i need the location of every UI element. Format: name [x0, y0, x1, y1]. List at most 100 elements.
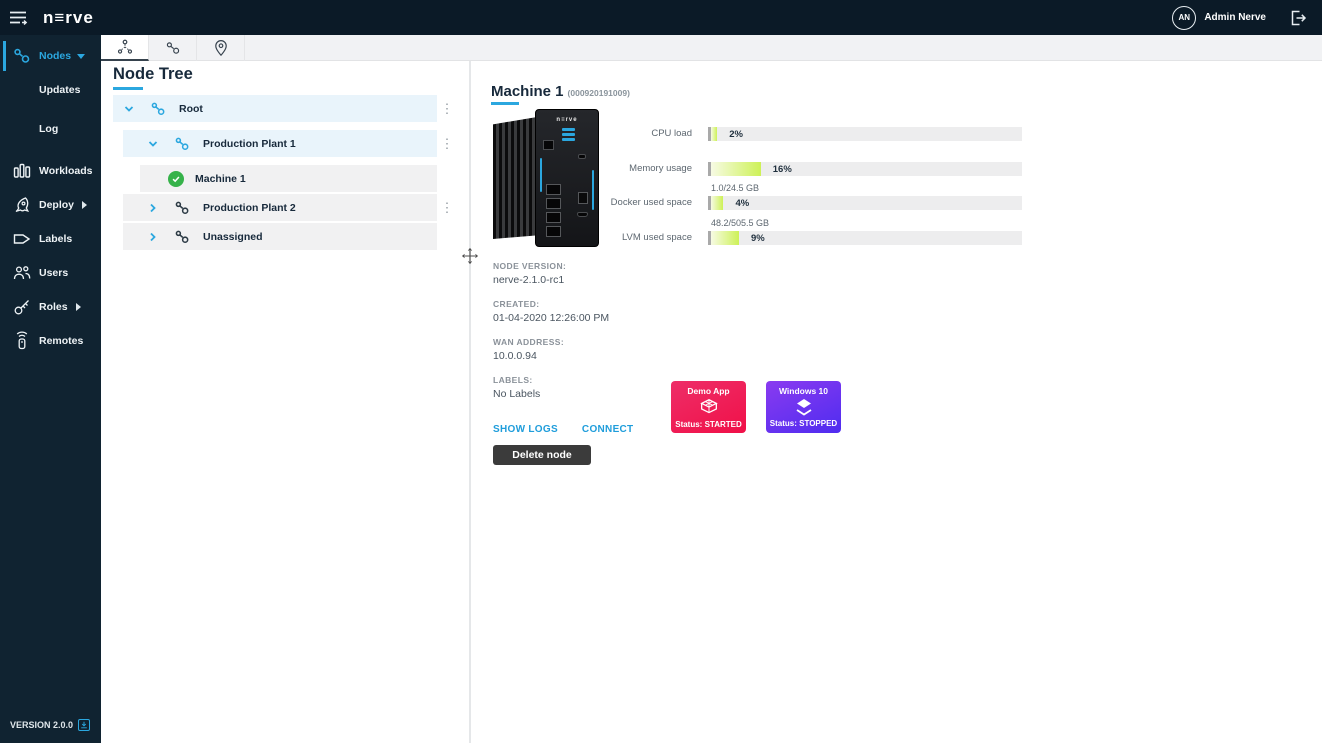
sidebar-item-label: Nodes [39, 50, 71, 62]
workloads-icon [12, 161, 32, 181]
gauge-label: Docker used space [471, 196, 700, 210]
sidebar-item-workloads[interactable]: Workloads [0, 158, 101, 184]
node-icon [173, 135, 191, 153]
gauge-fill [711, 231, 739, 245]
tree-node-label: Unassigned [203, 231, 263, 243]
node-details: NODE VERSION: nerve-2.1.0-rc1 CREATED: 0… [493, 261, 673, 413]
nerve-management-app: n≡rve AN Admin Nerve Nodes Updates [0, 0, 1322, 743]
sidebar: Nodes Updates Log Workloads Deploy [0, 35, 101, 743]
sidebar-item-nodes[interactable]: Nodes [0, 43, 101, 69]
active-indicator [3, 41, 6, 71]
sidebar-item-label: Log [39, 123, 58, 135]
node-details-panel: Machine 1(000920191009) n≡rve [471, 61, 1322, 743]
tree-node-root[interactable]: Root [113, 95, 437, 122]
sidebar-item-label: Users [39, 267, 68, 279]
workload-status: Status: STARTED [671, 420, 746, 429]
gauge-label: LVM used space [471, 231, 700, 245]
gauge-fill [711, 162, 761, 176]
avatar[interactable]: AN [1172, 6, 1196, 30]
gauge-label: Memory usage [471, 162, 700, 176]
remotes-icon [12, 331, 32, 351]
sidebar-item-label: Updates [39, 84, 80, 96]
tree-node-label: Machine 1 [195, 173, 246, 185]
tree-node-unassigned[interactable]: Unassigned [123, 223, 437, 250]
detail-wan-address: WAN ADDRESS: 10.0.0.94 [493, 337, 673, 362]
view-tabs [101, 35, 1322, 61]
node-icon [173, 199, 191, 217]
tab-node-list[interactable] [149, 35, 197, 61]
gauge-value: 16% [773, 164, 792, 175]
gauge-value: 4% [735, 198, 749, 209]
tree-row-root: Root ⋮ [113, 95, 457, 122]
title-underline [113, 87, 143, 90]
tree-node-production-plant-1[interactable]: Production Plant 1 [123, 130, 437, 157]
show-logs-link[interactable]: SHOW LOGS [493, 424, 558, 435]
top-bar: n≡rve AN Admin Nerve [0, 0, 1322, 35]
chevron-down-icon [77, 54, 85, 59]
node-map-icon [212, 39, 230, 57]
user-name: Admin Nerve [1204, 12, 1266, 23]
kebab-menu-icon[interactable]: ⋮ [437, 194, 457, 221]
workload-status: Status: STOPPED [766, 419, 841, 428]
online-check-icon [168, 171, 184, 187]
sidebar-item-label: Deploy [39, 199, 74, 211]
menu-toggle-icon[interactable] [9, 10, 29, 26]
node-tree: Root ⋮ Production Plant 1 ⋮ [113, 95, 457, 250]
tree-node-label: Production Plant 1 [203, 138, 296, 150]
sidebar-item-users[interactable]: Users [0, 260, 101, 286]
sidebar-item-label: Labels [39, 233, 72, 245]
tree-row-machine-1: Machine 1 ⋮ [113, 165, 457, 192]
detail-labels: LABELS: No Labels [493, 375, 673, 400]
machine-title: Machine 1(000920191009) [491, 83, 630, 100]
gauge-subtext: 48.2/505.5 GB [711, 218, 769, 229]
chevron-right-icon [82, 201, 87, 209]
workload-card-demo-app[interactable]: Demo App Status: STARTED [671, 381, 746, 433]
kebab-menu-icon[interactable]: ⋮ [437, 130, 457, 157]
gauge-value: 2% [729, 129, 743, 140]
tab-node-map[interactable] [197, 35, 245, 61]
node-actions: SHOW LOGS CONNECT [493, 424, 633, 435]
tree-row-unassigned: Unassigned ⋮ [113, 223, 457, 250]
tree-node-label: Root [179, 103, 203, 115]
chevron-down-icon[interactable] [123, 103, 135, 115]
sidebar-item-updates[interactable]: Updates [0, 77, 101, 103]
detail-node-version: NODE VERSION: nerve-2.1.0-rc1 [493, 261, 673, 286]
connect-link[interactable]: CONNECT [582, 424, 634, 435]
sidebar-item-labels[interactable]: Labels [0, 226, 101, 252]
kebab-menu-icon[interactable]: ⋮ [437, 95, 457, 122]
tab-node-tree[interactable] [101, 35, 149, 61]
tree-row-production-plant-1: Production Plant 1 ⋮ [113, 130, 457, 157]
users-icon [12, 263, 32, 283]
logout-icon[interactable] [1288, 8, 1308, 28]
tree-node-production-plant-2[interactable]: Production Plant 2 [123, 194, 437, 221]
cpu-load-gauge: 2% [708, 127, 1022, 141]
chevron-down-icon[interactable] [147, 138, 159, 150]
gauge-fill [711, 127, 717, 141]
tree-row-production-plant-2: Production Plant 2 ⋮ [113, 194, 457, 221]
memory-usage-gauge: 16% [708, 162, 1022, 176]
workload-card-windows-10[interactable]: Windows 10 Status: STOPPED [766, 381, 841, 433]
chevron-right-icon [76, 303, 81, 311]
delete-node-button[interactable]: Delete node [493, 445, 591, 465]
tree-node-machine-1[interactable]: Machine 1 [140, 165, 437, 192]
chevron-right-icon[interactable] [147, 202, 159, 214]
gauge-subtext: 1.0/24.5 GB [711, 183, 759, 194]
panel-title: Node Tree [113, 65, 193, 84]
sidebar-item-deploy[interactable]: Deploy [0, 192, 101, 218]
move-handle-icon[interactable] [461, 247, 479, 265]
sidebar-item-log[interactable]: Log [0, 116, 101, 142]
docker-workload-icon [671, 396, 746, 420]
sidebar-item-label: Workloads [39, 165, 92, 177]
chevron-right-icon[interactable] [147, 231, 159, 243]
node-tree-panel: Node Tree Root ⋮ [101, 61, 469, 743]
nerve-logo: n≡rve [43, 8, 94, 28]
download-icon[interactable] [78, 719, 90, 731]
roles-key-icon [12, 297, 32, 317]
sidebar-item-label: Remotes [39, 335, 83, 347]
node-icon [149, 100, 167, 118]
version-label: VERSION 2.0.0 [10, 719, 90, 731]
device-logo: n≡rve [536, 117, 598, 123]
lvm-space-gauge: 9% [708, 231, 1022, 245]
sidebar-item-remotes[interactable]: Remotes [0, 328, 101, 354]
sidebar-item-roles[interactable]: Roles [0, 294, 101, 320]
